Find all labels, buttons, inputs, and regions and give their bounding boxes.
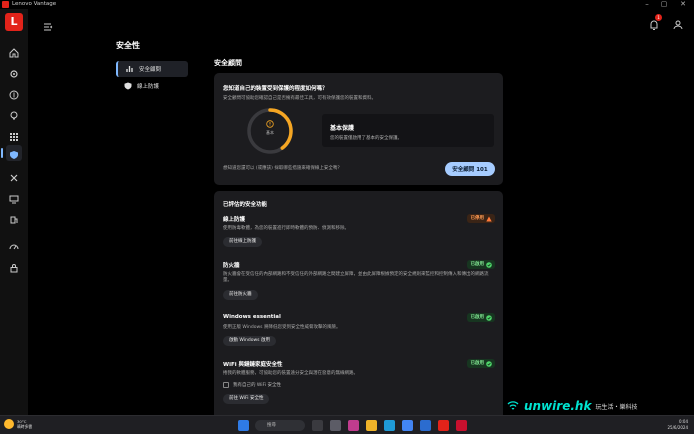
subnav-label: 安全顧問 bbox=[139, 67, 162, 73]
edge-icon[interactable] bbox=[384, 420, 395, 431]
watermark: unwire.hk 玩生活・樂科技 bbox=[506, 396, 637, 416]
chrome-icon[interactable] bbox=[402, 420, 413, 431]
advisor-question: 您知道自己的裝置受到保護的程度如何嗎？ bbox=[223, 86, 328, 92]
windows-start-icon[interactable] bbox=[238, 420, 249, 431]
close-button[interactable]: ✕ bbox=[676, 0, 690, 9]
title-bar: Lenovo Vantage – ▢ ✕ bbox=[0, 0, 694, 9]
feature-desc: 使用防毒軟體，為您的裝置進行即時軟體的預防、偵測和移除。 bbox=[223, 226, 349, 231]
status-text: 已啟用 bbox=[470, 262, 485, 267]
section-title: 安全顧問 bbox=[214, 59, 242, 67]
protection-gauge: 基本 bbox=[246, 107, 294, 155]
power-icon[interactable] bbox=[6, 210, 22, 226]
status-badge: 已停用 bbox=[466, 214, 495, 223]
check-circle-icon bbox=[486, 360, 492, 367]
clock-date: 25/6/2024 bbox=[667, 425, 688, 430]
cta-question: 想知道您還可以 (或應該) 採取哪些措施來確保線上安全嗎？ bbox=[223, 166, 342, 171]
weather-sun-icon bbox=[4, 419, 14, 429]
feature-desc: 防火牆會在受信任的內部網路和不受信任的外部網路之間建立屏障，並由此屏障根據預定的… bbox=[223, 272, 489, 283]
lenovo-logo[interactable]: L bbox=[5, 13, 23, 31]
minimize-button[interactable]: – bbox=[640, 0, 654, 9]
features-title: 已評估的安全功能 bbox=[223, 202, 268, 208]
apps-icon[interactable] bbox=[6, 127, 22, 143]
feature-title: 防火牆 bbox=[223, 263, 240, 269]
file-explorer-icon[interactable] bbox=[366, 420, 377, 431]
activate-windows-button[interactable]: 啟動 Windows 啟用 bbox=[223, 336, 276, 346]
gear-icon[interactable] bbox=[6, 64, 22, 80]
screen-icon[interactable] bbox=[6, 189, 22, 205]
status-badge: 已啟用 bbox=[466, 260, 495, 269]
go-firewall-button[interactable]: 前往防火牆 bbox=[223, 290, 258, 300]
page-title: 安全性 bbox=[116, 41, 140, 50]
app-icon bbox=[2, 1, 9, 8]
bulb-icon[interactable] bbox=[6, 106, 22, 122]
feature-title: Windows essential bbox=[223, 314, 281, 320]
subnav-label: 線上防護 bbox=[137, 84, 160, 90]
warning-icon bbox=[486, 216, 492, 221]
speed-icon[interactable] bbox=[6, 237, 22, 253]
lenovo-vantage-taskbar-icon[interactable] bbox=[438, 420, 449, 431]
nav-rail: L bbox=[0, 9, 28, 415]
go-wifi-security-button[interactable]: 前往 WiFi 安全性 bbox=[223, 394, 270, 404]
security-advisor-101-button[interactable]: 安全顧問 101 bbox=[445, 162, 495, 176]
taskbar: 30°C 晴時多雲 搜尋 0:04 25/6/2024 bbox=[0, 415, 694, 434]
bar-chart-icon bbox=[126, 66, 133, 72]
account-icon[interactable] bbox=[672, 16, 684, 30]
feature-title: WiFi 與鏈鏈家庭安全性 bbox=[223, 362, 283, 368]
teams-icon[interactable] bbox=[348, 420, 359, 431]
checkbox-label: 我有自己的 WiFi 安全性 bbox=[233, 383, 281, 388]
subnav-item-security-advisor[interactable]: 安全顧問 bbox=[116, 61, 188, 77]
own-wifi-security-checkbox[interactable]: 我有自己的 WiFi 安全性 bbox=[223, 382, 281, 388]
advisor-card: 您知道自己的裝置受到保護的程度如何嗎？ 安全顧問可協助您確認自己是否擁有最佳工具… bbox=[214, 73, 503, 185]
status-badge: 已啟用 bbox=[466, 313, 495, 322]
warning-icon bbox=[266, 120, 274, 128]
taskbar-search[interactable]: 搜尋 bbox=[255, 420, 305, 431]
checkbox-box[interactable] bbox=[223, 382, 229, 388]
feature-desc: 捲我的軟體服務，可協助您的裝置遠分安全與潛在惡意的無線網路。 bbox=[223, 371, 358, 376]
protection-level-title: 基本保護 bbox=[330, 125, 355, 132]
features-card: 已評估的安全功能 線上防護 已停用 使用防毒軟體，為您的裝置進行即時軟體的預防、… bbox=[214, 191, 503, 421]
check-circle-icon bbox=[486, 261, 492, 268]
shield-check-icon bbox=[124, 82, 132, 90]
window-title: Lenovo Vantage bbox=[12, 1, 57, 7]
wifi-logo-icon bbox=[507, 401, 519, 410]
go-online-protection-button[interactable]: 前往線上防護 bbox=[223, 237, 262, 247]
check-circle-icon bbox=[486, 314, 492, 321]
status-text: 已停用 bbox=[470, 216, 485, 221]
subnav-item-online-protection[interactable]: 線上防護 bbox=[116, 78, 188, 94]
shield-icon[interactable] bbox=[1, 145, 22, 161]
protection-level-desc: 您的裝置僅啟用了基本的安全保護。 bbox=[330, 136, 402, 141]
widgets-icon[interactable] bbox=[330, 420, 341, 431]
maximize-button[interactable]: ▢ bbox=[657, 0, 671, 9]
status-text: 已啟用 bbox=[470, 361, 485, 366]
status-badge: 已啟用 bbox=[466, 359, 495, 368]
menu-toggle-icon[interactable] bbox=[43, 17, 53, 31]
weather-widget[interactable]: 30°C 晴時多雲 bbox=[4, 419, 32, 429]
system-clock[interactable]: 0:04 25/6/2024 bbox=[648, 419, 688, 431]
advisor-description: 安全顧問可協助您確認自己是否擁有最佳工具，可有效保護您的裝置和資料。 bbox=[223, 96, 376, 101]
mcafee-icon[interactable] bbox=[456, 420, 467, 431]
lock-icon[interactable] bbox=[6, 258, 22, 274]
home-icon[interactable] bbox=[6, 43, 22, 59]
feature-title: 線上防護 bbox=[223, 217, 246, 223]
watermark-brand: unwire.hk bbox=[524, 399, 592, 413]
task-view-icon[interactable] bbox=[312, 420, 323, 431]
watermark-slogan: 玩生活・樂科技 bbox=[595, 403, 638, 411]
weather-text: 晴時多雲 bbox=[17, 424, 33, 429]
status-text: 已啟用 bbox=[470, 315, 485, 320]
gauge-label: 基本 bbox=[266, 130, 274, 135]
tools-icon[interactable] bbox=[6, 168, 22, 184]
store-icon[interactable] bbox=[420, 420, 431, 431]
notification-badge: 1 bbox=[655, 14, 662, 21]
money-icon[interactable] bbox=[6, 85, 22, 101]
protection-level-box: 基本保護 您的裝置僅啟用了基本的安全保護。 bbox=[322, 114, 494, 147]
feature-desc: 使用正版 Windows 將降低您受到安全性威脅攻擊的風險。 bbox=[223, 325, 341, 330]
